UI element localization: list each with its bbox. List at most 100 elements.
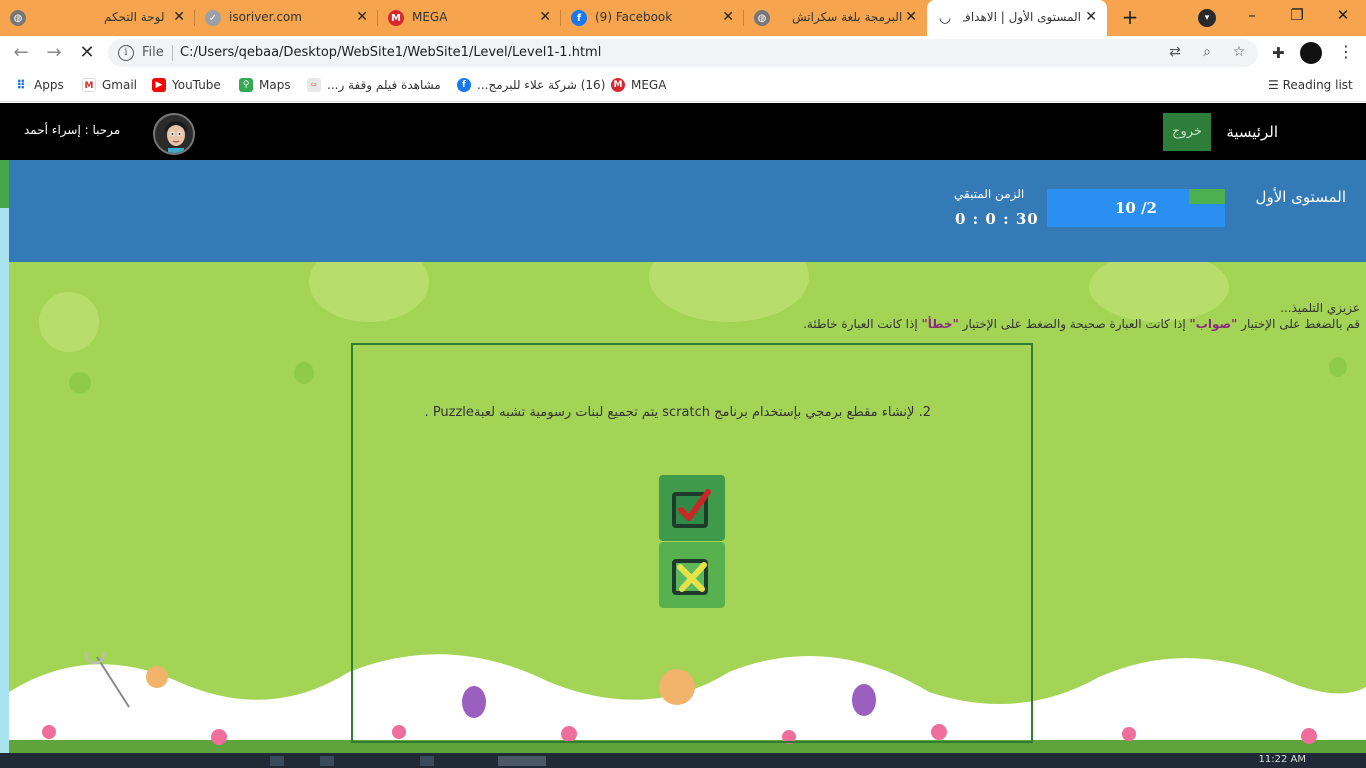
reading-list-icon: ☰ — [1268, 78, 1279, 92]
facebook-icon: f — [571, 10, 587, 26]
level-header: المستوى الأول 10 /2 الزمن المتبقي 0 : 0 … — [9, 160, 1366, 262]
false-answer-button[interactable] — [659, 542, 725, 608]
tab-title: البرمجة بلغة سكراتش — [792, 10, 903, 24]
info-icon[interactable]: i — [118, 45, 134, 61]
tab-level-one[interactable]: ◡ المستوى الأول | الاهداف ✕ — [927, 0, 1107, 36]
true-keyword: "صواب" — [1189, 317, 1238, 331]
home-link[interactable]: الرئيسية — [1226, 123, 1278, 141]
tab-search-icon[interactable]: ▾ — [1198, 9, 1216, 27]
taskbar-active-app[interactable] — [498, 756, 546, 766]
left-edge-strip — [0, 160, 9, 753]
site-icon: ▭ — [307, 78, 321, 92]
bookmark-gmail[interactable]: M Gmail — [82, 78, 137, 92]
bookmark-star-icon[interactable]: ☆ — [1230, 44, 1248, 60]
close-tab-icon[interactable]: ✕ — [1085, 9, 1097, 25]
bookmark-movie-site[interactable]: ▭ مشاهدة فيلم وقفة ر... — [307, 78, 441, 92]
taskbar-clock: 11:22 AM — [1258, 754, 1306, 765]
tab-scratch-programming[interactable]: ◍ البرمجة بلغة سكراتش ✕ — [744, 0, 927, 36]
question-text: 2. لإنشاء مقطع برمجي بإستخدام برنامج scr… — [424, 405, 931, 420]
bookmark-maps[interactable]: ⚲ Maps — [239, 78, 291, 92]
close-tab-icon[interactable]: ✕ — [173, 9, 185, 25]
true-answer-button[interactable] — [659, 475, 725, 541]
bg-decoration — [69, 372, 91, 394]
instructions-body: قم بالضغط على الإختيار "صواب" إذا كانت ا… — [803, 316, 1360, 332]
globe-icon: ◍ — [10, 10, 26, 26]
taskbar-app-icon[interactable] — [320, 756, 334, 766]
bookmark-youtube[interactable]: ▶ YouTube — [152, 78, 221, 92]
close-tab-icon[interactable]: ✕ — [905, 9, 917, 25]
tab-title: (9) Facebook — [595, 10, 673, 24]
gmail-icon: M — [82, 78, 96, 92]
more-menu-icon[interactable]: ⋮ — [1338, 42, 1354, 61]
url-text[interactable]: C:/Users/qebaa/Desktop/WebSite1/WebSite1… — [180, 45, 601, 60]
mega-icon: M — [388, 10, 404, 26]
instructions-greeting: عزيزي التلميذ... — [1280, 301, 1360, 315]
instructions-part: إذا كانت العبارة صحيحة والضغط على الإختي… — [958, 317, 1190, 331]
tab-title: لوحة التحكم — [104, 10, 165, 24]
check-circle-icon: ✓ — [205, 10, 221, 26]
bookmarks-bar: ⠿ Apps M Gmail ▶ YouTube ⚲ Maps ▭ مشاهدة… — [0, 70, 1366, 102]
close-tab-icon[interactable]: ✕ — [356, 9, 368, 25]
restore-button[interactable]: ❐ — [1287, 6, 1307, 24]
bookmark-apps[interactable]: ⠿ Apps — [14, 78, 64, 92]
back-arrow-icon[interactable]: ← — [10, 43, 32, 63]
extensions-puzzle-icon[interactable]: ✚ — [1272, 44, 1285, 62]
reading-list-button[interactable]: ☰ Reading list — [1268, 78, 1353, 92]
youtube-icon: ▶ — [152, 78, 166, 92]
bg-decoration — [294, 362, 314, 384]
bookmark-label: (16) شركة علاء للبرمج... — [477, 78, 606, 92]
bookmark-label: MEGA — [631, 78, 667, 92]
bg-decoration — [39, 292, 99, 352]
translate-icon[interactable]: ⇄ — [1166, 44, 1184, 60]
bookmark-label: مشاهدة فيلم وقفة ر... — [327, 78, 441, 92]
question-area: عزيزي التلميذ... قم بالضغط على الإختيار … — [9, 262, 1366, 753]
close-tab-icon[interactable]: ✕ — [539, 9, 551, 25]
tab-isoriver[interactable]: ✓ isoriver.com ✕ — [195, 0, 378, 36]
logout-button[interactable]: خروج — [1163, 113, 1211, 151]
new-tab-button[interactable]: + — [1118, 5, 1142, 29]
close-tab-icon[interactable]: ✕ — [722, 9, 734, 25]
maps-icon: ⚲ — [239, 78, 253, 92]
page-viewport: الرئيسية خروج مرحبا : إسراء أحمد المستوى… — [0, 103, 1366, 753]
bookmark-label: Apps — [34, 78, 64, 92]
stop-loading-icon[interactable]: ✕ — [76, 43, 98, 63]
timer-value: 0 : 0 : 30 — [955, 210, 1039, 228]
level-title: المستوى الأول — [1255, 188, 1346, 206]
reading-list-label: Reading list — [1282, 78, 1353, 92]
timer-label: الزمن المتبقي — [954, 187, 1025, 201]
user-avatar — [153, 113, 195, 155]
browser-toolbar: ← → ✕ i File C:/Users/qebaa/Desktop/WebS… — [0, 36, 1366, 70]
zoom-icon[interactable]: ⌕ — [1198, 44, 1216, 60]
question-box: 2. لإنشاء مقطع برمجي بإستخدام برنامج scr… — [351, 343, 1033, 743]
instructions-part: إذا كانت العبارة خاطئة. — [803, 317, 922, 331]
bg-decoration — [309, 262, 429, 322]
facebook-icon: f — [457, 78, 471, 92]
tab-title: isoriver.com — [229, 10, 302, 24]
globe-icon: ◍ — [754, 10, 770, 26]
address-bar[interactable]: i File C:/Users/qebaa/Desktop/WebSite1/W… — [108, 39, 1258, 67]
tab-title: المستوى الأول | الاهداف — [963, 10, 1081, 24]
bookmark-facebook-page[interactable]: f (16) شركة علاء للبرمج... — [457, 78, 605, 92]
taskbar-app-icon[interactable] — [420, 756, 434, 766]
taskbar-app-icon[interactable] — [270, 756, 284, 766]
bg-decoration — [1329, 357, 1347, 377]
scheme-label: File — [142, 45, 164, 60]
windows-taskbar: 11:22 AM — [0, 753, 1366, 768]
profile-avatar[interactable] — [1300, 42, 1322, 64]
bookmark-label: Gmail — [102, 78, 138, 92]
bookmark-mega[interactable]: M MEGA — [611, 78, 666, 92]
bookmark-label: Maps — [259, 78, 291, 92]
close-window-button[interactable]: ✕ — [1333, 6, 1353, 24]
bookmark-label: YouTube — [172, 78, 221, 92]
tab-control-panel[interactable]: ◍ لوحة التحكم ✕ — [0, 0, 195, 36]
girl-avatar-icon — [155, 115, 193, 153]
forward-arrow-icon[interactable]: → — [43, 43, 65, 63]
tab-mega[interactable]: M MEGA ✕ — [378, 0, 561, 36]
false-keyword: "خطأ" — [921, 317, 959, 331]
minimize-button[interactable]: – — [1242, 6, 1262, 24]
tab-facebook[interactable]: f (9) Facebook ✕ — [561, 0, 744, 36]
instructions-text: عزيزي التلميذ... قم بالضغط على الإختيار … — [803, 300, 1360, 332]
loading-spinner-icon: ◡ — [939, 10, 951, 26]
browser-tab-strip: ◍ لوحة التحكم ✕ ✓ isoriver.com ✕ M MEGA … — [0, 0, 1366, 36]
checkbox-yellow-x-icon — [672, 559, 708, 595]
